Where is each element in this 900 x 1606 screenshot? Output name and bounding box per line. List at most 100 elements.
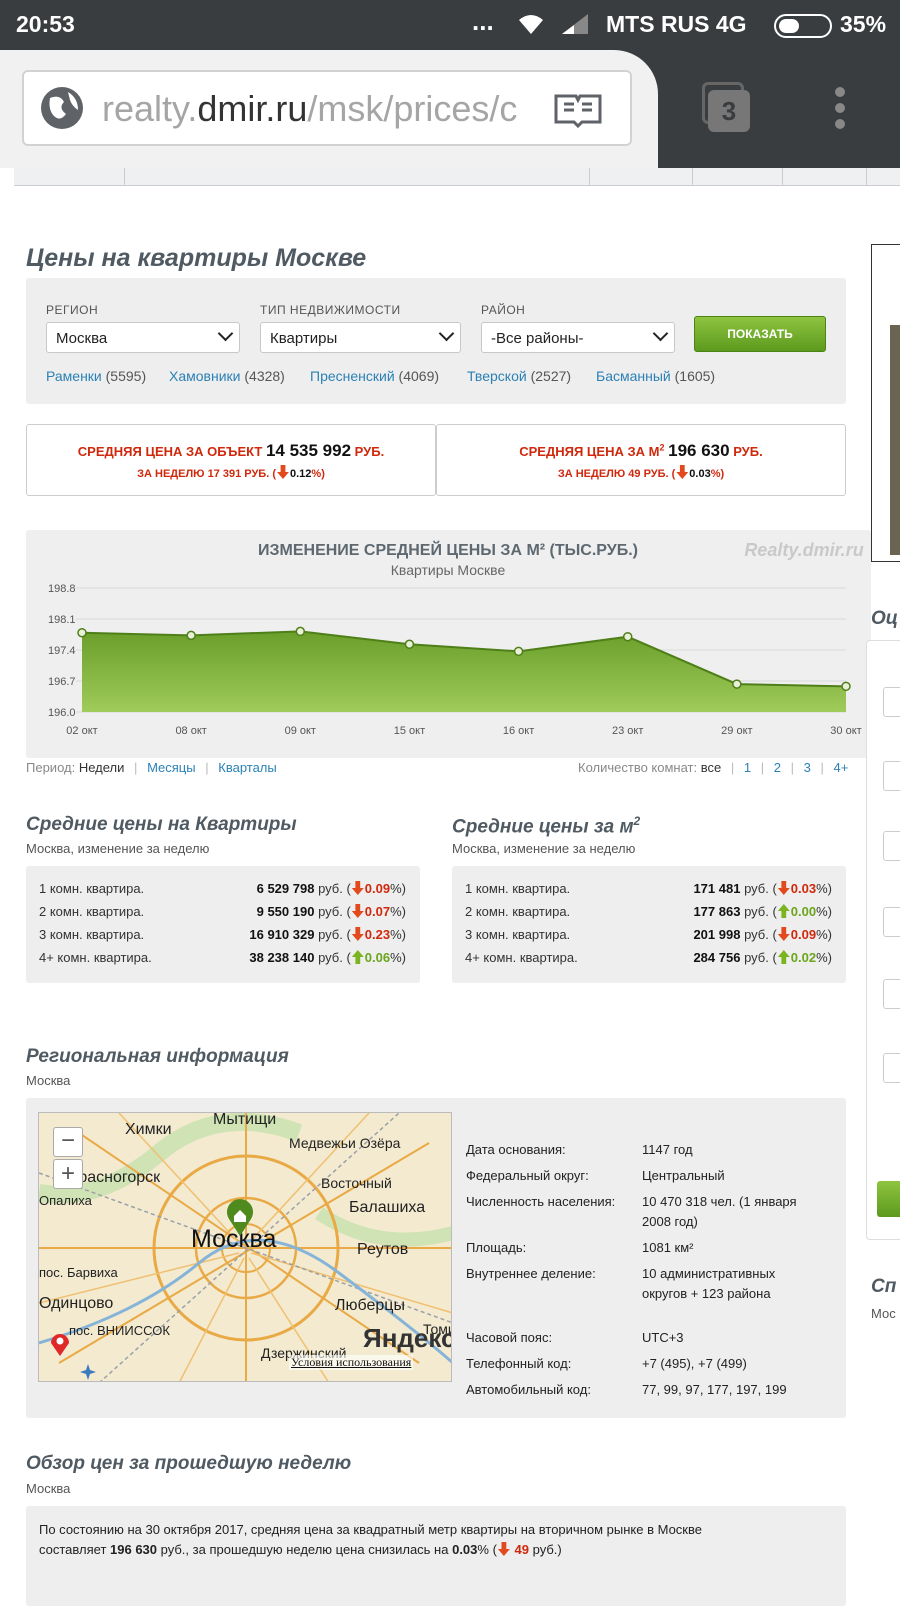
show-button[interactable]: ПОКАЗАТЬ <box>694 316 826 352</box>
avg-flat-subtitle: Москва, изменение за неделю <box>26 841 210 856</box>
row-unit: руб. ( <box>740 927 777 942</box>
url-bar[interactable]: realty.dmir.ru/msk/prices/c <box>22 70 632 146</box>
district-count: (5595) <box>105 368 147 384</box>
zoom-out-button[interactable]: − <box>53 1127 83 1157</box>
district-count: (4069) <box>398 368 440 384</box>
rooms-1-link[interactable]: 1 <box>744 760 751 775</box>
district-link-khamovniki[interactable]: Хамовники (4328) <box>169 368 285 384</box>
status-battery: 35% <box>840 11 887 37</box>
avg-sqm-unit: РУБ. <box>733 444 763 459</box>
chevron-down-icon <box>652 325 669 342</box>
chart-point[interactable] <box>295 626 306 637</box>
chart-point[interactable] <box>404 639 415 649</box>
chevron-down-icon <box>217 325 234 342</box>
row-value: 171 481 <box>693 881 741 896</box>
district-link-presnensky[interactable]: Пресненский (4069) <box>310 368 439 384</box>
district-name: Тверской <box>467 368 527 384</box>
table-row: 3 комн. квартира. 16 910 329 руб. (0.23%) <box>39 927 406 942</box>
review-text-line1: По состоянию на 30 октября 2017, средняя… <box>39 1522 702 1537</box>
fact-key: Численность населения: <box>466 1194 616 1209</box>
avg-flat-title: Средние цены на Квартиры <box>26 814 297 835</box>
chart-area <box>82 631 846 712</box>
district-link-basmanny[interactable]: Басманный (1605) <box>596 368 715 384</box>
chart-y-tick-label: 198.8 <box>48 583 76 595</box>
chart-point[interactable] <box>513 646 524 657</box>
row-name: 4+ комн. квартира. <box>39 950 152 965</box>
map-label: Восточный <box>321 1175 392 1191</box>
fact-key: Часовой пояс: <box>466 1330 553 1345</box>
chart-point[interactable] <box>186 630 196 641</box>
region-map[interactable]: Химки Мытищи Медвежьи Озёра Восточный Ба… <box>38 1112 452 1382</box>
chart-x-tick-label: 30 окт <box>830 725 861 737</box>
browser-tab-area: realty.dmir.ru/msk/prices/c <box>0 50 658 168</box>
chart-x-tick-label: 08 окт <box>175 725 206 737</box>
type-select[interactable]: Квартиры <box>260 322 461 353</box>
period-switcher: Период: Недели | Месяцы | Кварталы <box>26 760 277 775</box>
map-label: Медвежьи Озёра <box>289 1135 401 1151</box>
map-label: Реутов <box>357 1241 409 1258</box>
region-subtitle: Москва <box>26 1073 71 1088</box>
fact-value: Центральный <box>642 1168 725 1183</box>
period-weeks[interactable]: Недели <box>79 760 125 775</box>
avg-sqm-price-box: СРЕДНЯЯ ЦЕНА ЗА М2 196 630 РУБ. ЗА НЕДЕЛ… <box>436 424 846 496</box>
side-ad-frame[interactable] <box>871 244 900 562</box>
period-months-link[interactable]: Месяцы <box>147 760 196 775</box>
avg-sqm-value: 196 630 <box>668 441 730 460</box>
region-select[interactable]: Москва <box>46 322 240 353</box>
fact-value: 1081 км² <box>642 1240 694 1255</box>
district-label: РАЙОН <box>481 303 526 317</box>
fact-value: UTC+3 <box>642 1330 684 1345</box>
row-pct: 0.06 <box>364 950 391 965</box>
rooms-2-link[interactable]: 2 <box>774 760 781 775</box>
arrow-down-icon <box>777 881 790 895</box>
row-value: 201 998 <box>693 927 741 942</box>
arrow-down-icon <box>277 465 289 479</box>
reader-mode-button[interactable] <box>544 72 630 144</box>
arrow-up-icon <box>351 950 364 964</box>
minus-icon: − <box>60 1127 75 1154</box>
rooms-4plus-link[interactable]: 4+ <box>834 760 849 775</box>
map-terms-link[interactable]: Условия использования <box>289 1355 414 1370</box>
period-quarters-link[interactable]: Кварталы <box>218 760 276 775</box>
avg-object-unit: РУБ. <box>354 444 385 459</box>
row-pct: 0.00 <box>790 904 817 919</box>
site-nav-strip <box>14 168 900 186</box>
map-label: Мытищи <box>213 1112 277 1128</box>
avg-sqm-subtitle: Москва, изменение за неделю <box>452 841 636 856</box>
row-name: 1 комн. квартира. <box>465 881 571 896</box>
location-icon[interactable] <box>49 1331 71 1357</box>
map-label: Одинцово <box>39 1295 114 1312</box>
chart-point[interactable] <box>77 627 87 638</box>
arrow-down-icon <box>497 1542 510 1556</box>
rooms-all[interactable]: все <box>701 760 722 775</box>
chart-point[interactable] <box>622 631 633 642</box>
district-link-ramenki[interactable]: Раменки (5595) <box>46 368 146 384</box>
menu-button[interactable] <box>830 86 850 130</box>
rooms-3-link[interactable]: 3 <box>804 760 811 775</box>
map-label: Химки <box>125 1121 172 1138</box>
row-value: 38 238 140 <box>249 950 315 965</box>
chart-point[interactable] <box>841 681 851 692</box>
district-name: Хамовники <box>169 368 241 384</box>
row-name: 3 комн. квартира. <box>465 927 571 942</box>
row-unit: руб. ( <box>740 881 777 896</box>
chart-subtitle: Квартиры Москве <box>391 562 506 578</box>
avg-sqm-week-label: ЗА НЕДЕЛЮ 49 РУБ. ( <box>557 468 676 480</box>
map-label: пос. ВНИИССОК <box>69 1323 170 1338</box>
more-vert-icon <box>835 87 845 129</box>
price-chart: ИЗМЕНЕНИЕ СРЕДНЕЙ ЦЕНЫ ЗА М² (ТЫС.РУБ.) … <box>48 540 864 737</box>
map-pin-icon[interactable] <box>225 1199 255 1237</box>
avg-object-label: СРЕДНЯЯ ЦЕНА ЗА ОБЪЕКТ <box>77 444 263 459</box>
tabs-button[interactable]: 3 <box>702 82 752 132</box>
district-select[interactable]: -Все районы- <box>481 322 675 353</box>
url-text: realty.dmir.ru/msk/prices/c <box>102 88 517 130</box>
side-subheading-2: Мос <box>871 1306 896 1321</box>
zoom-in-button[interactable]: + <box>53 1159 83 1189</box>
district-link-tverskoy[interactable]: Тверской (2527) <box>467 368 571 384</box>
row-pct: 0.02 <box>790 950 817 965</box>
table-row: 2 комн. квартира. 9 550 190 руб. (0.07%) <box>39 904 406 919</box>
book-icon <box>554 94 602 128</box>
chart-y-tick-label: 196.7 <box>48 676 76 688</box>
row-name: 1 комн. квартира. <box>39 881 145 896</box>
chart-point[interactable] <box>732 679 742 689</box>
